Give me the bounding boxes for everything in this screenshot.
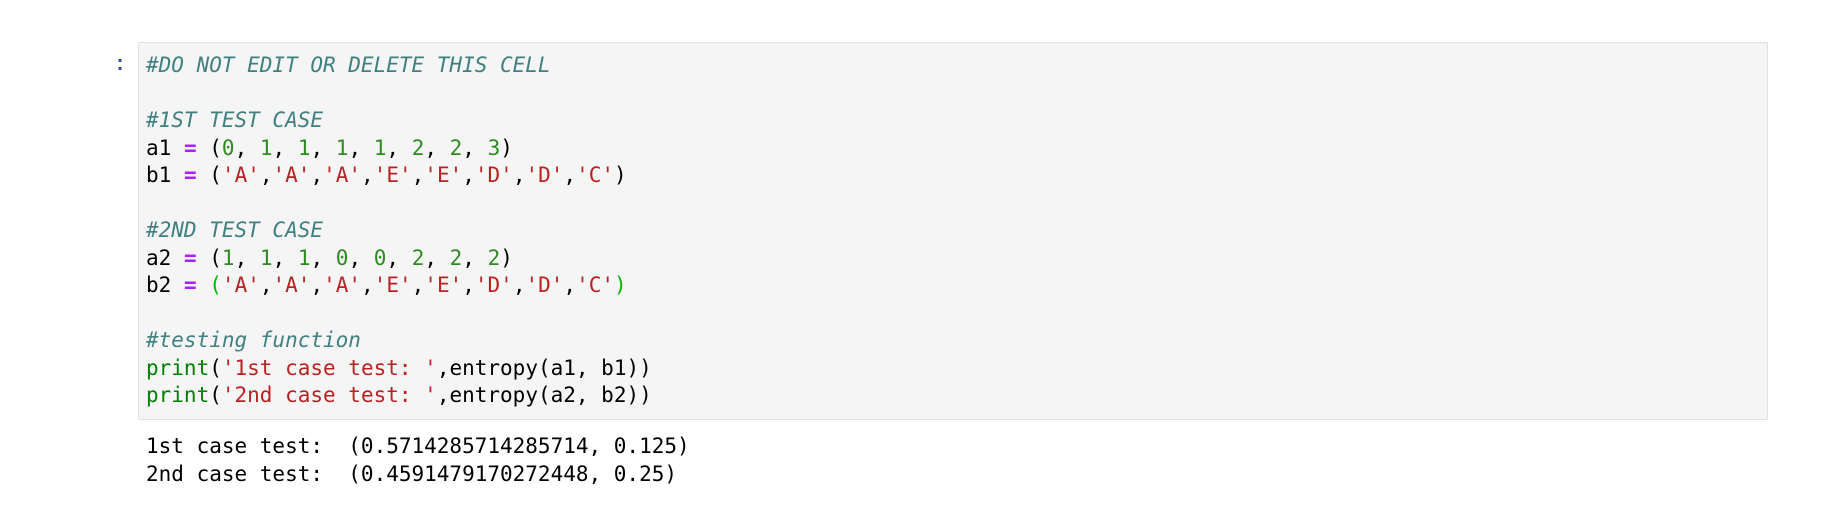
tuple-item: 2 xyxy=(411,135,425,160)
assign-operator: = xyxy=(183,245,197,270)
assign-operator: = xyxy=(183,163,197,187)
variable-name: a1 xyxy=(146,135,172,160)
tuple-item: 'A' xyxy=(221,273,260,297)
tuple-item: 'A' xyxy=(323,273,362,297)
tuple-item: 'A' xyxy=(323,163,362,187)
open-paren: ( xyxy=(209,135,222,160)
variable-name: a2 xyxy=(146,245,172,270)
tuple-item: 'D' xyxy=(525,163,564,187)
tuple-item: 'E' xyxy=(424,273,463,297)
tuple-item: 'C' xyxy=(576,163,615,187)
open-paren: ( xyxy=(209,245,222,270)
code-line: #2ND TEST CASE xyxy=(146,217,652,245)
print-builtin: print xyxy=(146,383,210,407)
tuple-item: 0 xyxy=(373,245,387,270)
tuple-item: 'D' xyxy=(474,273,513,297)
code-line: #1ST TEST CASE xyxy=(146,107,652,135)
code-comment: #DO NOT EDIT OR DELETE THIS CELL xyxy=(146,53,551,77)
code-line: #testing function xyxy=(146,327,652,355)
code-comment: #2ND TEST CASE xyxy=(146,218,324,242)
tuple-item: 'A' xyxy=(272,273,311,297)
tuple-item: 1 xyxy=(259,245,273,270)
tuple-item: 2 xyxy=(449,245,463,270)
cell-output: 1st case test: (0.5714285714285714, 0.12… xyxy=(146,433,690,488)
tuple-item: 'E' xyxy=(424,163,463,187)
assign-operator: = xyxy=(183,273,197,297)
tuple-item: 1 xyxy=(373,135,387,160)
string-literal: '2nd case test: ' xyxy=(221,383,437,407)
cell-prompt: : xyxy=(114,54,127,77)
code-line: b1 = ('A','A','A','E','E','D','D','C') xyxy=(146,163,627,187)
tuple-item: 'A' xyxy=(221,163,260,187)
call-expression: ,entropy(a2, b2)) xyxy=(436,383,652,407)
output-line: 2nd case test: (0.4591479170272448, 0.25… xyxy=(146,461,678,486)
tuple-item: 1 xyxy=(297,245,311,270)
code-line: a2 = (1, 1, 1, 0, 0, 2, 2, 2) xyxy=(146,245,513,270)
tuple-item: 'E' xyxy=(373,163,412,187)
code-line: a1 = (0, 1, 1, 1, 1, 2, 2, 3) xyxy=(146,135,513,160)
assign-operator: = xyxy=(183,135,197,160)
code-comment: #1ST TEST CASE xyxy=(146,108,324,132)
tuple-item: 'A' xyxy=(272,163,311,187)
output-line: 1st case test: (0.5714285714285714, 0.12… xyxy=(146,434,690,458)
tuple-item: 1 xyxy=(221,245,235,270)
code-editor[interactable]: #DO NOT EDIT OR DELETE THIS CELL #1ST TE… xyxy=(146,52,652,410)
close-paren: ) xyxy=(614,273,627,297)
close-paren: ) xyxy=(500,245,513,270)
close-paren: ) xyxy=(500,135,513,160)
open-paren: ( xyxy=(209,273,222,297)
tuple-item: 1 xyxy=(297,135,311,160)
variable-name: b1 xyxy=(146,163,172,187)
tuple-item: 3 xyxy=(487,135,501,160)
code-line: #DO NOT EDIT OR DELETE THIS CELL xyxy=(146,52,652,80)
tuple-item: 1 xyxy=(335,135,349,160)
close-paren: ) xyxy=(614,163,627,187)
tuple-item: 1 xyxy=(259,135,273,160)
variable-name: b2 xyxy=(146,273,172,297)
tuple-item: 'C' xyxy=(576,273,615,297)
code-line: b2 = ('A','A','A','E','E','D','D','C') xyxy=(146,273,627,297)
print-builtin: print xyxy=(146,355,210,380)
tuple-item: 'E' xyxy=(373,273,412,297)
string-literal: '1st case test: ' xyxy=(221,355,437,380)
tuple-item: 'D' xyxy=(474,163,513,187)
tuple-item: 2 xyxy=(449,135,463,160)
open-paren: ( xyxy=(209,163,222,187)
tuple-item: 0 xyxy=(335,245,349,270)
code-line: print('1st case test: ',entropy(a1, b1)) xyxy=(146,355,652,380)
tuple-item: 'D' xyxy=(525,273,564,297)
tuple-item: 2 xyxy=(411,245,425,270)
code-comment: #testing function xyxy=(146,328,361,352)
tuple-item: 2 xyxy=(487,245,501,270)
code-line: print('2nd case test: ',entropy(a2, b2)) xyxy=(146,383,652,407)
tuple-item: 0 xyxy=(221,135,235,160)
call-expression: ,entropy(a1, b1)) xyxy=(436,355,652,380)
